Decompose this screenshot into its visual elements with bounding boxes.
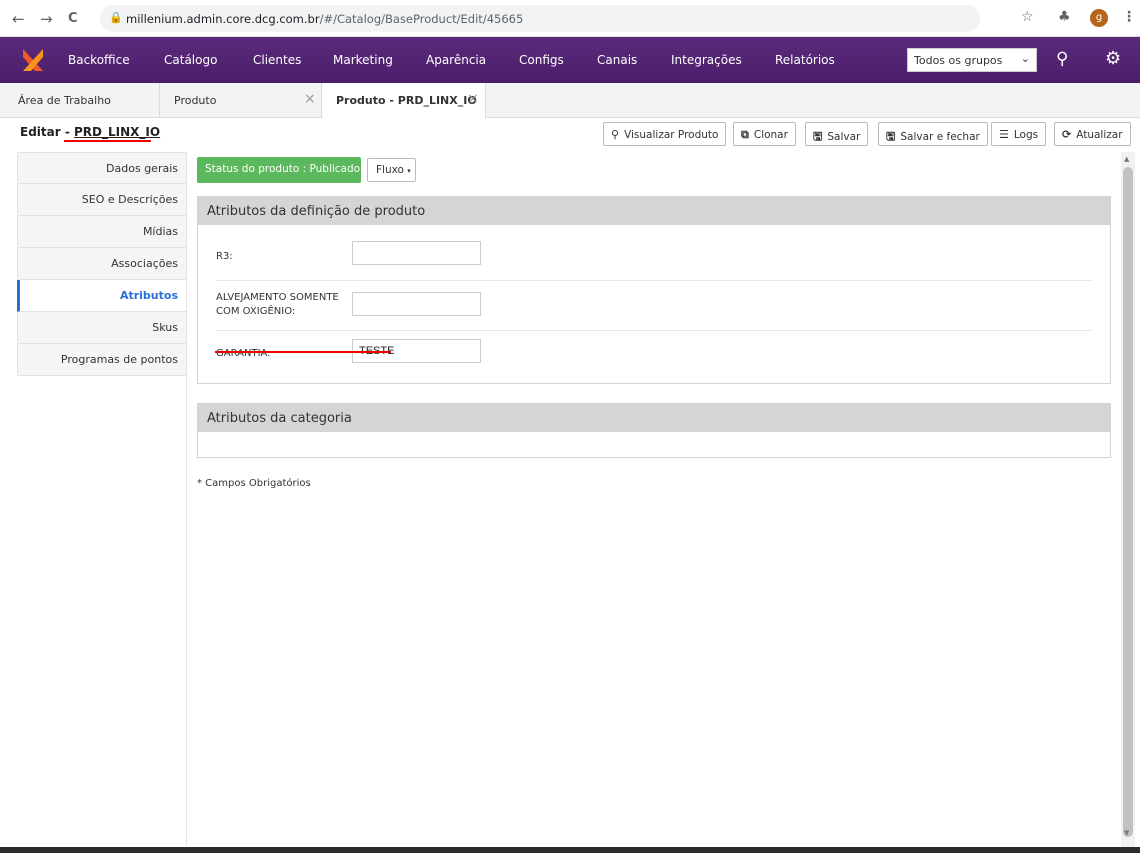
scroll-down-icon[interactable]: ▼ [1124, 829, 1129, 837]
field-row: R3: [216, 231, 1092, 281]
save-button[interactable]: 🖫 Salvar [805, 122, 869, 146]
save-and-close-button[interactable]: 🖫 Salvar e fechar [878, 122, 988, 146]
clone-button[interactable]: ⧉ Clonar [733, 122, 796, 146]
sidebar-item-atributos[interactable]: Atributos [17, 280, 187, 312]
group-select[interactable]: Todos os grupos ⌄ [907, 48, 1037, 72]
page-title: Editar - PRD_LINX_IO [20, 125, 161, 139]
back-icon[interactable]: ← [12, 10, 25, 28]
sidebar-divider [186, 376, 187, 846]
panel-title: Atributos da definição de produto [198, 197, 1110, 225]
red-annotation-underline [215, 351, 391, 353]
forward-icon[interactable]: → [40, 10, 53, 28]
scroll-up-icon[interactable]: ▲ [1124, 155, 1129, 163]
address-bar[interactable]: 🔒 millenium.admin.core.dcg.com.br/#/Cata… [100, 5, 980, 32]
browser-menu-icon[interactable]: ⋮ [1122, 9, 1136, 25]
field-row: ALVEJAMENTO SOMENTE COM OXIGÊNIO: [216, 281, 1092, 331]
close-icon[interactable]: × [304, 91, 316, 107]
nav-marketing[interactable]: Marketing [333, 53, 393, 67]
r3-field[interactable] [352, 241, 481, 265]
flow-dropdown-button[interactable]: Fluxo ▾ [367, 158, 416, 182]
tab-produto-prd-linx-io[interactable]: Produto - PRD_LINX_IO × [322, 83, 486, 119]
sidebar-item-dados-gerais[interactable]: Dados gerais [17, 152, 187, 184]
panel-title: Atributos da categoria [198, 404, 1110, 432]
field-label: R3: [216, 251, 233, 262]
field-label: GARANTIA: [216, 348, 271, 359]
reload-icon[interactable]: C [68, 11, 78, 26]
browser-toolbar: ← → C 🔒 millenium.admin.core.dcg.com.br/… [0, 0, 1140, 37]
sidebar-item-programas-de-pontos[interactable]: Programas de pontos [17, 344, 187, 376]
field-row: GARANTIA: [216, 331, 1092, 377]
view-product-button[interactable]: ⚲ Visualizar Produto [603, 122, 727, 146]
nav-relatorios[interactable]: Relatórios [775, 53, 835, 67]
workspace-tabs: Área de Trabalho Produto × Produto - PRD… [0, 83, 1140, 119]
red-annotation-underline [64, 140, 151, 142]
brand-logo[interactable] [20, 47, 46, 73]
nav-aparencia[interactable]: Aparência [426, 53, 486, 67]
scrollbar-thumb[interactable] [1123, 167, 1133, 837]
category-attributes-panel: Atributos da categoria [197, 403, 1111, 458]
star-icon[interactable]: ☆ [1021, 9, 1034, 25]
sidebar-item-seo[interactable]: SEO e Descrições [17, 184, 187, 216]
chevron-down-icon: ⌄ [1020, 52, 1030, 65]
product-sections-sidebar: Dados gerais SEO e Descrições Mídias Ass… [17, 152, 187, 376]
field-label: ALVEJAMENTO SOMENTE COM OXIGÊNIO: [216, 292, 339, 317]
caret-down-icon: ▾ [407, 167, 411, 175]
refresh-button[interactable]: ⟳ Atualizar [1054, 122, 1131, 146]
lock-icon: 🔒 [109, 11, 123, 24]
profile-avatar[interactable]: g [1090, 9, 1108, 27]
extension-icon[interactable]: ♣ [1058, 9, 1071, 25]
tab-produto[interactable]: Produto × [160, 83, 322, 118]
status-badge: Status do produto : Publicado [197, 157, 361, 183]
tab-area-de-trabalho[interactable]: Área de Trabalho [0, 83, 160, 118]
nav-clientes[interactable]: Clientes [253, 53, 301, 67]
nav-canais[interactable]: Canais [597, 53, 637, 67]
nav-catalogo[interactable]: Catálogo [164, 53, 217, 67]
url-text: millenium.admin.core.dcg.com.br/#/Catalo… [126, 12, 524, 26]
required-fields-note: * Campos Obrigatórios [197, 478, 311, 489]
nav-integracoes[interactable]: Integrações [671, 53, 742, 67]
logs-button[interactable]: ☰ Logs [991, 122, 1047, 146]
product-attributes-panel: Atributos da definição de produto R3: AL… [197, 196, 1111, 384]
sidebar-item-associacoes[interactable]: Associações [17, 248, 187, 280]
alvejamento-field[interactable] [352, 292, 481, 316]
taskbar-edge [0, 847, 1140, 853]
nav-backoffice[interactable]: Backoffice [68, 53, 130, 67]
nav-configs[interactable]: Configs [519, 53, 564, 67]
close-icon[interactable]: × [467, 91, 479, 107]
search-icon[interactable]: ⚲ [1056, 49, 1068, 69]
sidebar-item-skus[interactable]: Skus [17, 312, 187, 344]
gear-icon[interactable]: ⚙ [1105, 48, 1121, 69]
sidebar-item-midias[interactable]: Mídias [17, 216, 187, 248]
